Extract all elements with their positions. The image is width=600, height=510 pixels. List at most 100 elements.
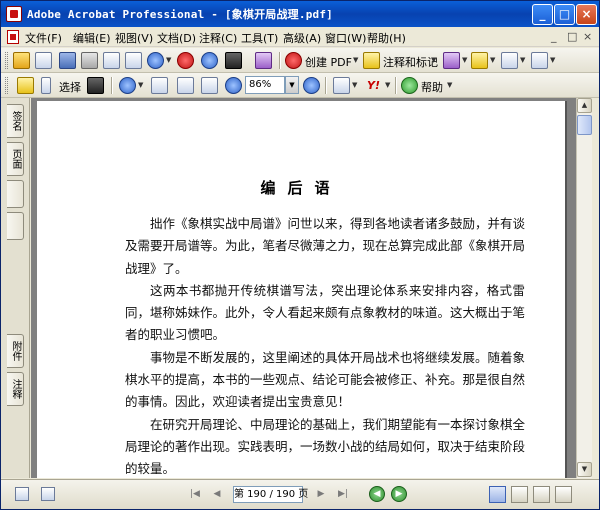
select-tool-button[interactable]: 选择	[59, 79, 81, 95]
menu-document[interactable]: 文档(D)	[157, 30, 196, 46]
tab-model-tree-icon[interactable]	[7, 212, 24, 240]
minimize-button[interactable]: _	[532, 4, 553, 25]
rotate-view-icon[interactable]	[333, 77, 350, 94]
email-icon[interactable]	[103, 52, 120, 69]
window-title: Adobe Acrobat Professional - [象棋开局战理.pdf…	[27, 8, 333, 21]
toolbar-separator	[395, 77, 397, 94]
menu-advanced[interactable]: 高级(A)	[283, 30, 321, 46]
chevron-down-icon[interactable]: ▼	[352, 81, 357, 89]
zoom-in-plus-icon[interactable]	[303, 77, 320, 94]
forms-icon[interactable]	[501, 52, 518, 69]
menu-comment[interactable]: 注释(C)	[199, 30, 237, 46]
hand-tool-icon[interactable]	[17, 77, 34, 94]
first-page-button[interactable]: |◀	[187, 487, 203, 501]
create-pdf-icon[interactable]	[285, 52, 302, 69]
scroll-thumb[interactable]	[577, 115, 592, 135]
actual-size-icon[interactable]	[151, 77, 168, 94]
open-folder-icon[interactable]	[13, 52, 30, 69]
acrobat-app-icon[interactable]	[6, 6, 22, 22]
document-icon[interactable]	[7, 30, 19, 44]
fit-width-icon[interactable]	[201, 77, 218, 94]
continuous-layout-button[interactable]	[511, 486, 528, 503]
review-icon[interactable]	[531, 52, 548, 69]
snapshot-icon[interactable]	[87, 77, 104, 94]
page-number-field[interactable]: 第 190 / 190 页	[233, 486, 308, 503]
next-page-button[interactable]: ▶	[313, 487, 329, 501]
zoom-out-icon[interactable]	[225, 77, 242, 94]
page-options-icon[interactable]	[41, 487, 55, 501]
zoom-level-input[interactable]: 86%	[245, 76, 285, 94]
status-bar: |◀ ◀ 第 190 / 190 页 ▶ ▶| ◀ ▶	[1, 479, 599, 509]
comment-markup-icon[interactable]	[363, 52, 380, 69]
facing-layout-button[interactable]	[533, 486, 550, 503]
mdi-close-button[interactable]: ×	[583, 30, 592, 43]
tab-comments[interactable]: 注释	[7, 372, 24, 406]
mdi-restore-button[interactable]: □	[567, 30, 577, 43]
print-icon[interactable]	[81, 52, 98, 69]
binoculars-icon[interactable]	[225, 52, 242, 69]
zoom-dropdown-button[interactable]: ▼	[285, 76, 299, 94]
attach-icon[interactable]	[147, 52, 164, 69]
mdi-minimize-button[interactable]: _	[551, 30, 557, 43]
next-view-icon[interactable]: ▶	[391, 486, 407, 502]
toolbar-grip[interactable]	[5, 52, 8, 69]
comment-markup-button[interactable]: 注释和标记	[383, 54, 438, 70]
chevron-down-icon[interactable]: ▼	[353, 56, 358, 64]
navigation-panel: 签名 页面 附件 注释	[1, 98, 30, 478]
page-body: 拙作《象棋实战中局谱》问世以来，得到各地读者诸多鼓励，并有谈及需要开局谱等。为此…	[125, 213, 525, 478]
chevron-down-icon[interactable]: ▼	[138, 81, 143, 89]
chevron-down-icon[interactable]: ▼	[462, 56, 467, 64]
yahoo-toolbar-button[interactable]: Y!	[367, 79, 380, 92]
secure-icon[interactable]	[177, 52, 194, 69]
web-capture-icon[interactable]	[201, 52, 218, 69]
single-page-layout-button[interactable]	[489, 486, 506, 503]
sign-icon[interactable]	[443, 52, 460, 69]
toolbar-grip[interactable]	[5, 77, 8, 94]
scroll-up-button[interactable]: ▲	[577, 98, 592, 113]
chevron-down-icon[interactable]: ▼	[490, 56, 495, 64]
chevron-down-icon[interactable]: ▼	[520, 56, 525, 64]
previous-view-icon[interactable]: ◀	[369, 486, 385, 502]
create-pdf-button[interactable]: 创建 PDF	[305, 54, 352, 70]
page-heading: 编后语	[260, 179, 342, 197]
menu-view[interactable]: 视图(V)	[115, 30, 153, 46]
close-button[interactable]: ×	[576, 4, 597, 25]
save-icon[interactable]	[59, 52, 76, 69]
menu-file[interactable]: 文件(F)	[25, 30, 62, 46]
lock-icon[interactable]	[471, 52, 488, 69]
continuous-facing-layout-button[interactable]	[555, 486, 572, 503]
select-text-icon[interactable]	[41, 77, 51, 94]
help-button[interactable]: 帮助	[421, 79, 443, 95]
page-layout-icon[interactable]	[15, 487, 29, 501]
organizer-tool-icon[interactable]	[255, 52, 272, 69]
chevron-down-icon[interactable]: ▼	[431, 56, 436, 64]
digital-edition-icon[interactable]	[125, 52, 142, 69]
organizer-icon[interactable]	[35, 52, 52, 69]
menu-window[interactable]: 窗口(W)	[325, 30, 366, 46]
tab-layers-icon[interactable]	[7, 180, 24, 208]
tab-pages[interactable]: 页面	[7, 142, 24, 176]
chevron-down-icon[interactable]: ▼	[550, 56, 555, 64]
menu-bar: 文件(F) 编辑(E) 视图(V) 文档(D) 注释(C) 工具(T) 高级(A…	[1, 27, 599, 47]
fit-page-icon[interactable]	[177, 77, 194, 94]
scroll-down-button[interactable]: ▼	[577, 462, 592, 477]
menu-tools[interactable]: 工具(T)	[241, 30, 278, 46]
zoom-in-icon[interactable]	[119, 77, 136, 94]
chevron-down-icon[interactable]: ▼	[385, 81, 390, 89]
title-bar: Adobe Acrobat Professional - [象棋开局战理.pdf…	[1, 1, 599, 27]
document-viewport[interactable]: 编后语 拙作《象棋实战中局谱》问世以来，得到各地读者诸多鼓励，并有谈及需要开局谱…	[31, 98, 576, 478]
tab-attachments[interactable]: 附件	[7, 334, 24, 368]
vertical-scrollbar[interactable]: ▲ ▼	[576, 98, 592, 478]
toolbar-separator	[111, 77, 113, 94]
last-page-button[interactable]: ▶|	[335, 487, 351, 501]
chevron-down-icon[interactable]: ▼	[166, 56, 171, 64]
previous-page-button[interactable]: ◀	[209, 487, 225, 501]
maximize-button[interactable]: □	[554, 4, 575, 25]
tab-signatures[interactable]: 签名	[7, 104, 24, 138]
menu-edit[interactable]: 编辑(E)	[73, 30, 111, 46]
paragraph: 这两本书都抛开传统棋谱写法，突出理论体系来安排内容，格式雷同，堪称姊妹作。此外，…	[125, 282, 526, 343]
menu-help[interactable]: 帮助(H)	[367, 30, 406, 46]
help-icon[interactable]	[401, 77, 418, 94]
acrobat-window: Adobe Acrobat Professional - [象棋开局战理.pdf…	[0, 0, 600, 510]
chevron-down-icon[interactable]: ▼	[447, 81, 452, 89]
